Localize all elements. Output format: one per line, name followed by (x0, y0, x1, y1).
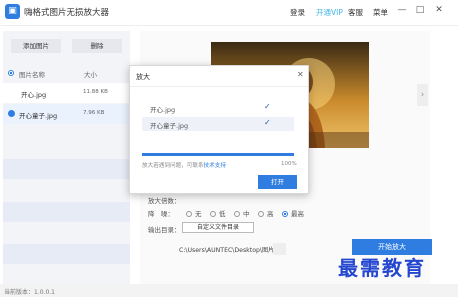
progress-fill (142, 153, 294, 156)
delete-button[interactable]: 删除 (72, 39, 122, 53)
file-size: 7.96 KB (83, 110, 105, 116)
app-title: 嗨格式图片无损放大器 (24, 8, 110, 18)
custom-dir-button[interactable]: 自定义文件目录 (182, 222, 254, 233)
add-image-button[interactable]: 添加图片 (11, 39, 61, 53)
denoise-option-mid[interactable]: 中 (234, 208, 250, 218)
file-list-panel: 添加图片 删除 图片名称 大小 开心.jpg 11.88 KB 开心童子.jpg… (3, 31, 130, 284)
menu-link[interactable]: 菜单 (373, 7, 388, 18)
list-header: 图片名称 大小 (3, 65, 130, 81)
maximize-icon[interactable]: □ (414, 5, 426, 15)
dialog-file-item: 开心童子.jpg ✓ (142, 117, 294, 131)
empty-row (3, 244, 130, 264)
tech-support-link[interactable]: 技术支持 (204, 163, 226, 169)
status-bar: 当前版本：1.0.0.1 (0, 284, 458, 297)
watermark-logo: 最需教育 (338, 256, 426, 280)
done-check-icon: ✓ (264, 118, 271, 127)
file-name: 开心童子.jpg (19, 112, 58, 120)
dialog-file-item: 开心.jpg ✓ (142, 101, 294, 115)
denoise-label: 降 噪： (148, 210, 174, 218)
output-path: C:\Users\AUNTEC\Desktop\图片\ (179, 247, 277, 254)
progress-percent: 100% (281, 161, 297, 167)
progress-bar (142, 153, 294, 156)
empty-row (3, 159, 130, 179)
denoise-option-none[interactable]: 无 (186, 208, 202, 218)
file-name: 开心.jpg (21, 91, 47, 99)
dialog-close-icon[interactable]: ✕ (297, 70, 304, 79)
denoise-option-high[interactable]: 高 (258, 208, 274, 218)
dialog-divider (130, 86, 308, 87)
scale-label: 放大倍数： (148, 197, 181, 205)
title-bar: ▣ 嗨格式图片无损放大器 登录 开通VIP 客服 菜单 — □ ✕ (0, 0, 458, 26)
dialog-file-name: 开心童子.jpg (150, 122, 189, 130)
minimize-icon[interactable]: — (396, 5, 408, 15)
open-button[interactable]: 打开 (258, 175, 297, 189)
denoise-option-max[interactable]: 最高 (282, 208, 304, 218)
service-link[interactable]: 客服 (348, 7, 363, 18)
vip-link[interactable]: 开通VIP (316, 7, 343, 18)
close-icon[interactable]: ✕ (433, 5, 445, 15)
login-link[interactable]: 登录 (290, 7, 305, 18)
dialog-title: 放大 (136, 73, 150, 81)
empty-row (3, 202, 130, 222)
app-logo-icon: ▣ (5, 4, 20, 19)
next-arrow-icon[interactable]: › (417, 84, 428, 106)
denoise-option-low[interactable]: 低 (210, 208, 226, 218)
done-check-icon: ✓ (264, 102, 271, 111)
output-dir-label: 输出目录： (148, 226, 181, 234)
file-row-selected[interactable]: 开心童子.jpg 7.96 KB (3, 104, 130, 124)
col-size-header: 大小 (84, 71, 97, 79)
file-row[interactable]: 开心.jpg 11.88 KB (3, 83, 130, 103)
dialog-file-name: 开心.jpg (150, 106, 176, 114)
selected-check-icon[interactable] (8, 110, 15, 117)
col-name-header: 图片名称 (19, 71, 45, 79)
enlarge-dialog: 放大 ✕ 开心.jpg ✓ 开心童子.jpg ✓ 放大若遇到问题，可联系技术支持… (129, 65, 309, 194)
version-text: 当前版本：1.0.0.1 (4, 289, 55, 296)
support-hint: 放大若遇到问题，可联系技术支持 (142, 163, 226, 169)
browse-folder-button[interactable] (273, 243, 286, 255)
file-size: 11.88 KB (83, 89, 108, 95)
select-all-radio[interactable] (8, 70, 14, 76)
